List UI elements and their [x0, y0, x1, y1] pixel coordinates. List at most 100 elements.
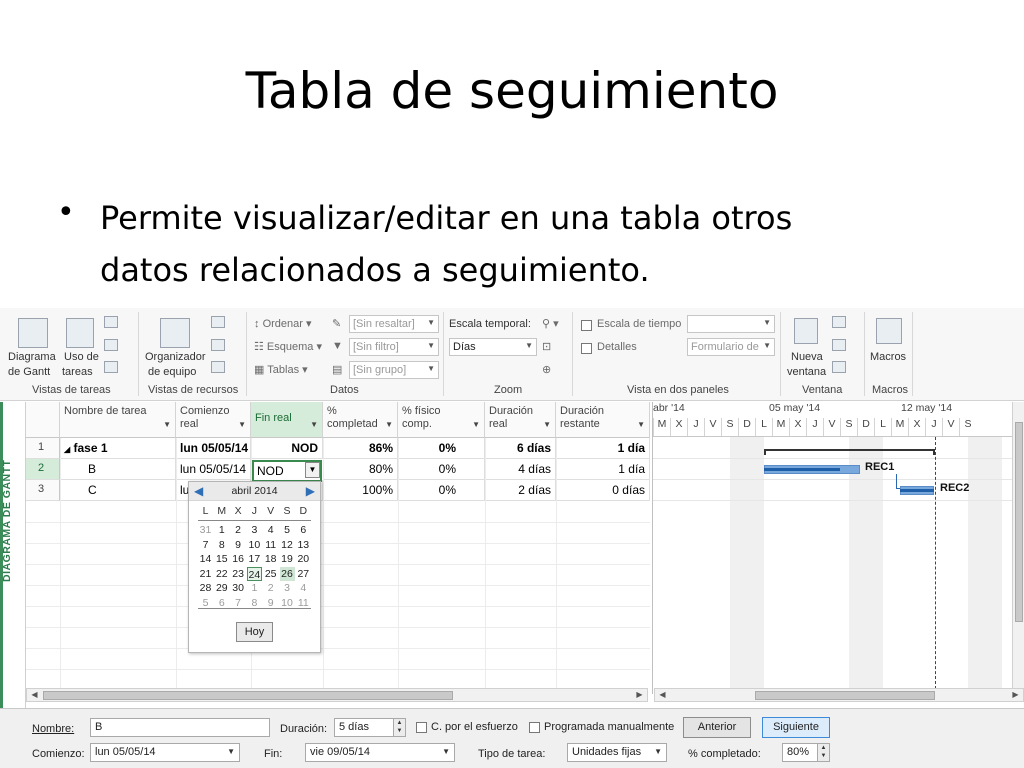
actual-finish-cell[interactable]: NOD: [251, 438, 323, 459]
task-name-cell[interactable]: ◢ fase 1: [60, 438, 176, 459]
scrollbar-thumb[interactable]: [755, 691, 935, 700]
duration-field[interactable]: 5 días: [334, 718, 394, 737]
filter-select[interactable]: [Sin filtro] ▼: [349, 338, 439, 356]
summary-bar-fase-1[interactable]: [764, 449, 935, 455]
previous-button[interactable]: Anterior: [683, 717, 751, 738]
physical-complete-cell[interactable]: 0%: [398, 480, 485, 501]
calendar-day[interactable]: 21: [198, 567, 213, 581]
calendar-day[interactable]: 16: [231, 552, 246, 566]
calendar-day[interactable]: 3: [247, 523, 262, 537]
calendar-day[interactable]: 23: [231, 567, 246, 581]
calendar-day[interactable]: 20: [296, 552, 311, 566]
name-field[interactable]: B: [90, 718, 270, 737]
calendar-day[interactable]: 14: [198, 552, 213, 566]
calendar-day[interactable]: 11: [263, 538, 278, 552]
percent-complete-stepper[interactable]: ▲ ▼: [817, 743, 830, 762]
actual-start-cell[interactable]: lun 05/05/14: [176, 459, 251, 480]
calendar-day[interactable]: 3: [280, 581, 295, 595]
calendar-day[interactable]: 19: [280, 552, 295, 566]
calendar-day[interactable]: 30: [231, 581, 246, 595]
calendar-day[interactable]: 27: [296, 567, 311, 581]
scroll-left-icon[interactable]: ◀: [656, 689, 669, 701]
arrange-all-icon[interactable]: [832, 339, 846, 351]
column-header-percent-complete[interactable]: % completad ▼: [323, 402, 398, 438]
calendar-day[interactable]: 5: [280, 523, 295, 537]
resource-other-icon[interactable]: [211, 361, 225, 373]
column-header-physical-complete[interactable]: % físico comp. ▼: [398, 402, 485, 438]
group-select[interactable]: [Sin grupo] ▼: [349, 361, 439, 379]
actual-duration-cell[interactable]: 6 días: [485, 438, 556, 459]
calendar-day[interactable]: 2: [263, 581, 278, 595]
stepper-up-icon[interactable]: ▲: [821, 745, 827, 751]
column-header-task-name[interactable]: Nombre de tarea ▼: [60, 402, 176, 438]
scroll-left-icon[interactable]: ◀: [28, 689, 41, 701]
select-all-corner[interactable]: [26, 402, 60, 438]
calendar-day[interactable]: 17: [247, 552, 262, 566]
calendar-day[interactable]: 8: [214, 538, 229, 552]
today-button[interactable]: Hoy: [236, 622, 273, 642]
zoom-icon[interactable]: ⚲ ▾: [542, 317, 559, 330]
row-number[interactable]: 3: [26, 480, 60, 501]
actual-duration-cell[interactable]: 4 días: [485, 459, 556, 480]
calendar-day[interactable]: 9: [231, 538, 246, 552]
calendar-day[interactable]: 1: [214, 523, 229, 537]
table-horizontal-scrollbar[interactable]: ◀ ▶: [26, 688, 648, 702]
timeline-checkbox[interactable]: [581, 320, 592, 331]
sort-button[interactable]: ↕ Ordenar ▾: [254, 317, 312, 330]
resource-usage-icon[interactable]: [211, 339, 225, 351]
collapse-triangle-icon[interactable]: ◢: [64, 445, 70, 454]
zoom-selected-tasks-icon[interactable]: ⊕: [542, 363, 551, 376]
row-number[interactable]: 2: [26, 459, 60, 480]
calendar-day[interactable]: 7: [198, 538, 213, 552]
tables-button[interactable]: ▦ Tablas ▾: [254, 363, 308, 376]
task-type-select[interactable]: Unidades fijas ▼: [567, 743, 667, 762]
hide-window-icon[interactable]: [832, 361, 846, 373]
column-header-remaining-duration[interactable]: Duración restante ▼: [556, 402, 650, 438]
network-view-icon[interactable]: [104, 361, 118, 373]
calendar-day[interactable]: 10: [247, 538, 262, 552]
calendar-day[interactable]: 24: [246, 566, 262, 581]
calendar-day[interactable]: 2: [231, 523, 246, 537]
task-name-cell[interactable]: B: [60, 459, 176, 480]
manually-scheduled-checkbox[interactable]: [529, 722, 540, 733]
next-month-icon[interactable]: ▶: [306, 484, 315, 498]
remaining-duration-cell[interactable]: 0 días: [556, 480, 650, 501]
other-views-icon[interactable]: [104, 316, 118, 328]
calendar-day[interactable]: 6: [296, 523, 311, 537]
calendar-day[interactable]: 29: [214, 581, 229, 595]
details-checkbox[interactable]: [581, 343, 592, 354]
percent-complete-cell[interactable]: 86%: [323, 438, 398, 459]
timeline-select[interactable]: ▼: [687, 315, 775, 333]
stepper-up-icon[interactable]: ▲: [397, 720, 403, 726]
details-select[interactable]: Formulario de ▼: [687, 338, 775, 356]
calendar-day[interactable]: 13: [296, 538, 311, 552]
column-header-actual-duration[interactable]: Duración real ▼: [485, 402, 556, 438]
calendar-day[interactable]: 15: [214, 552, 229, 566]
actual-duration-cell[interactable]: 2 días: [485, 480, 556, 501]
calendar-day[interactable]: 31: [198, 523, 213, 537]
highlight-select[interactable]: [Sin resaltar] ▼: [349, 315, 439, 333]
physical-complete-cell[interactable]: 0%: [398, 459, 485, 480]
scroll-right-icon[interactable]: ▶: [1009, 689, 1022, 701]
stepper-down-icon[interactable]: ▼: [397, 728, 403, 734]
calendar-day[interactable]: 12: [280, 538, 295, 552]
date-picker-dropdown[interactable]: ▼: [305, 462, 320, 478]
start-field[interactable]: lun 05/05/14 ▼: [90, 743, 240, 762]
column-header-actual-start[interactable]: Comienzo real ▼: [176, 402, 251, 438]
percent-complete-cell[interactable]: 100%: [323, 480, 398, 501]
duration-stepper[interactable]: ▲ ▼: [393, 718, 406, 737]
timescale-select[interactable]: Días ▼: [449, 338, 537, 356]
next-button[interactable]: Siguiente: [762, 717, 830, 738]
calendar-day[interactable]: 4: [296, 581, 311, 595]
effort-driven-checkbox[interactable]: [416, 722, 427, 733]
outline-button[interactable]: ☷ Esquema ▾: [254, 340, 322, 353]
calendar-day[interactable]: 22: [214, 567, 229, 581]
resource-sheet-icon[interactable]: [211, 316, 225, 328]
actual-start-cell[interactable]: lun 05/05/14: [176, 438, 251, 459]
physical-complete-cell[interactable]: 0%: [398, 438, 485, 459]
percent-complete-field[interactable]: 80%: [782, 743, 818, 762]
row-number[interactable]: 1: [26, 438, 60, 459]
calendar-view-icon[interactable]: [104, 339, 118, 351]
zoom-entire-project-icon[interactable]: ⊡: [542, 340, 551, 353]
task-name-cell[interactable]: C: [60, 480, 176, 501]
